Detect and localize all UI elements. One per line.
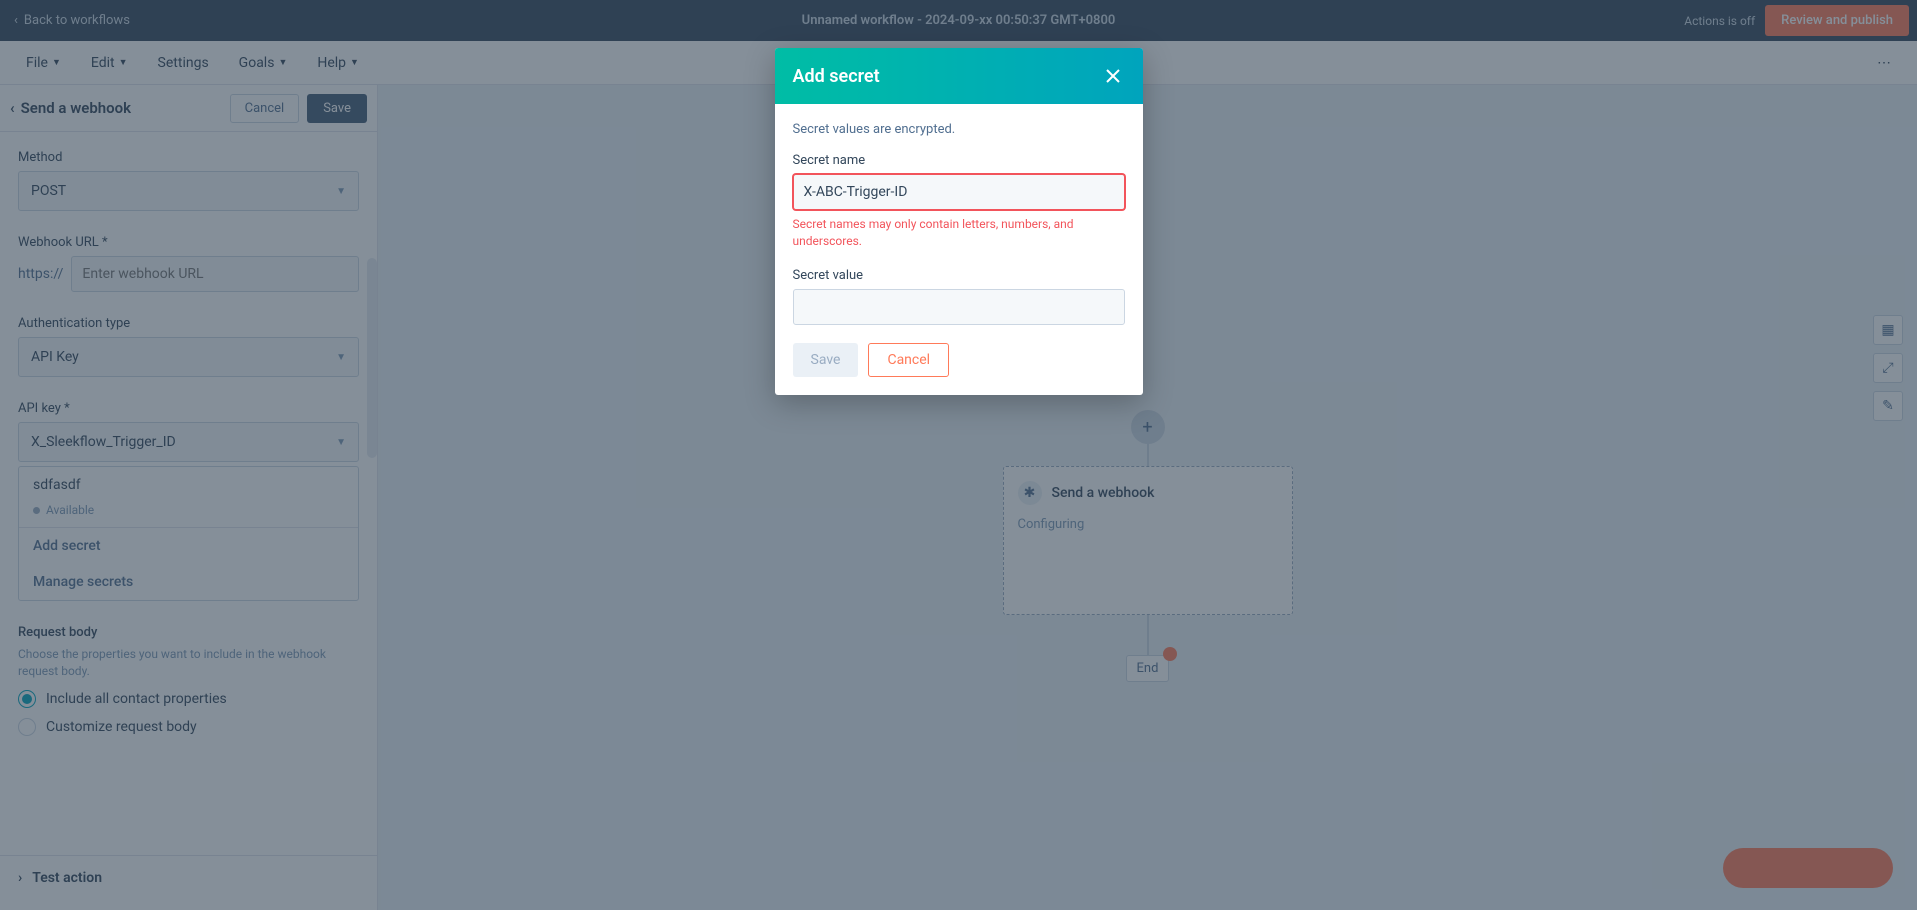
- modal-body: Secret values are encrypted. Secret name…: [775, 104, 1143, 395]
- modal-cancel-button[interactable]: Cancel: [868, 343, 949, 377]
- modal-note: Secret values are encrypted.: [793, 122, 1125, 137]
- modal-save-button[interactable]: Save: [793, 343, 859, 377]
- add-secret-modal: Add secret Secret values are encrypted. …: [775, 48, 1143, 395]
- secret-name-error: Secret names may only contain letters, n…: [793, 216, 1125, 250]
- secret-name-label: Secret name: [793, 153, 1125, 168]
- modal-header: Add secret: [775, 48, 1143, 104]
- close-icon[interactable]: [1101, 64, 1125, 88]
- secret-value-label: Secret value: [793, 268, 1125, 283]
- secret-value-input[interactable]: [793, 289, 1125, 325]
- modal-title: Add secret: [793, 66, 880, 87]
- modal-actions: Save Cancel: [793, 343, 1125, 377]
- secret-name-input[interactable]: [793, 174, 1125, 210]
